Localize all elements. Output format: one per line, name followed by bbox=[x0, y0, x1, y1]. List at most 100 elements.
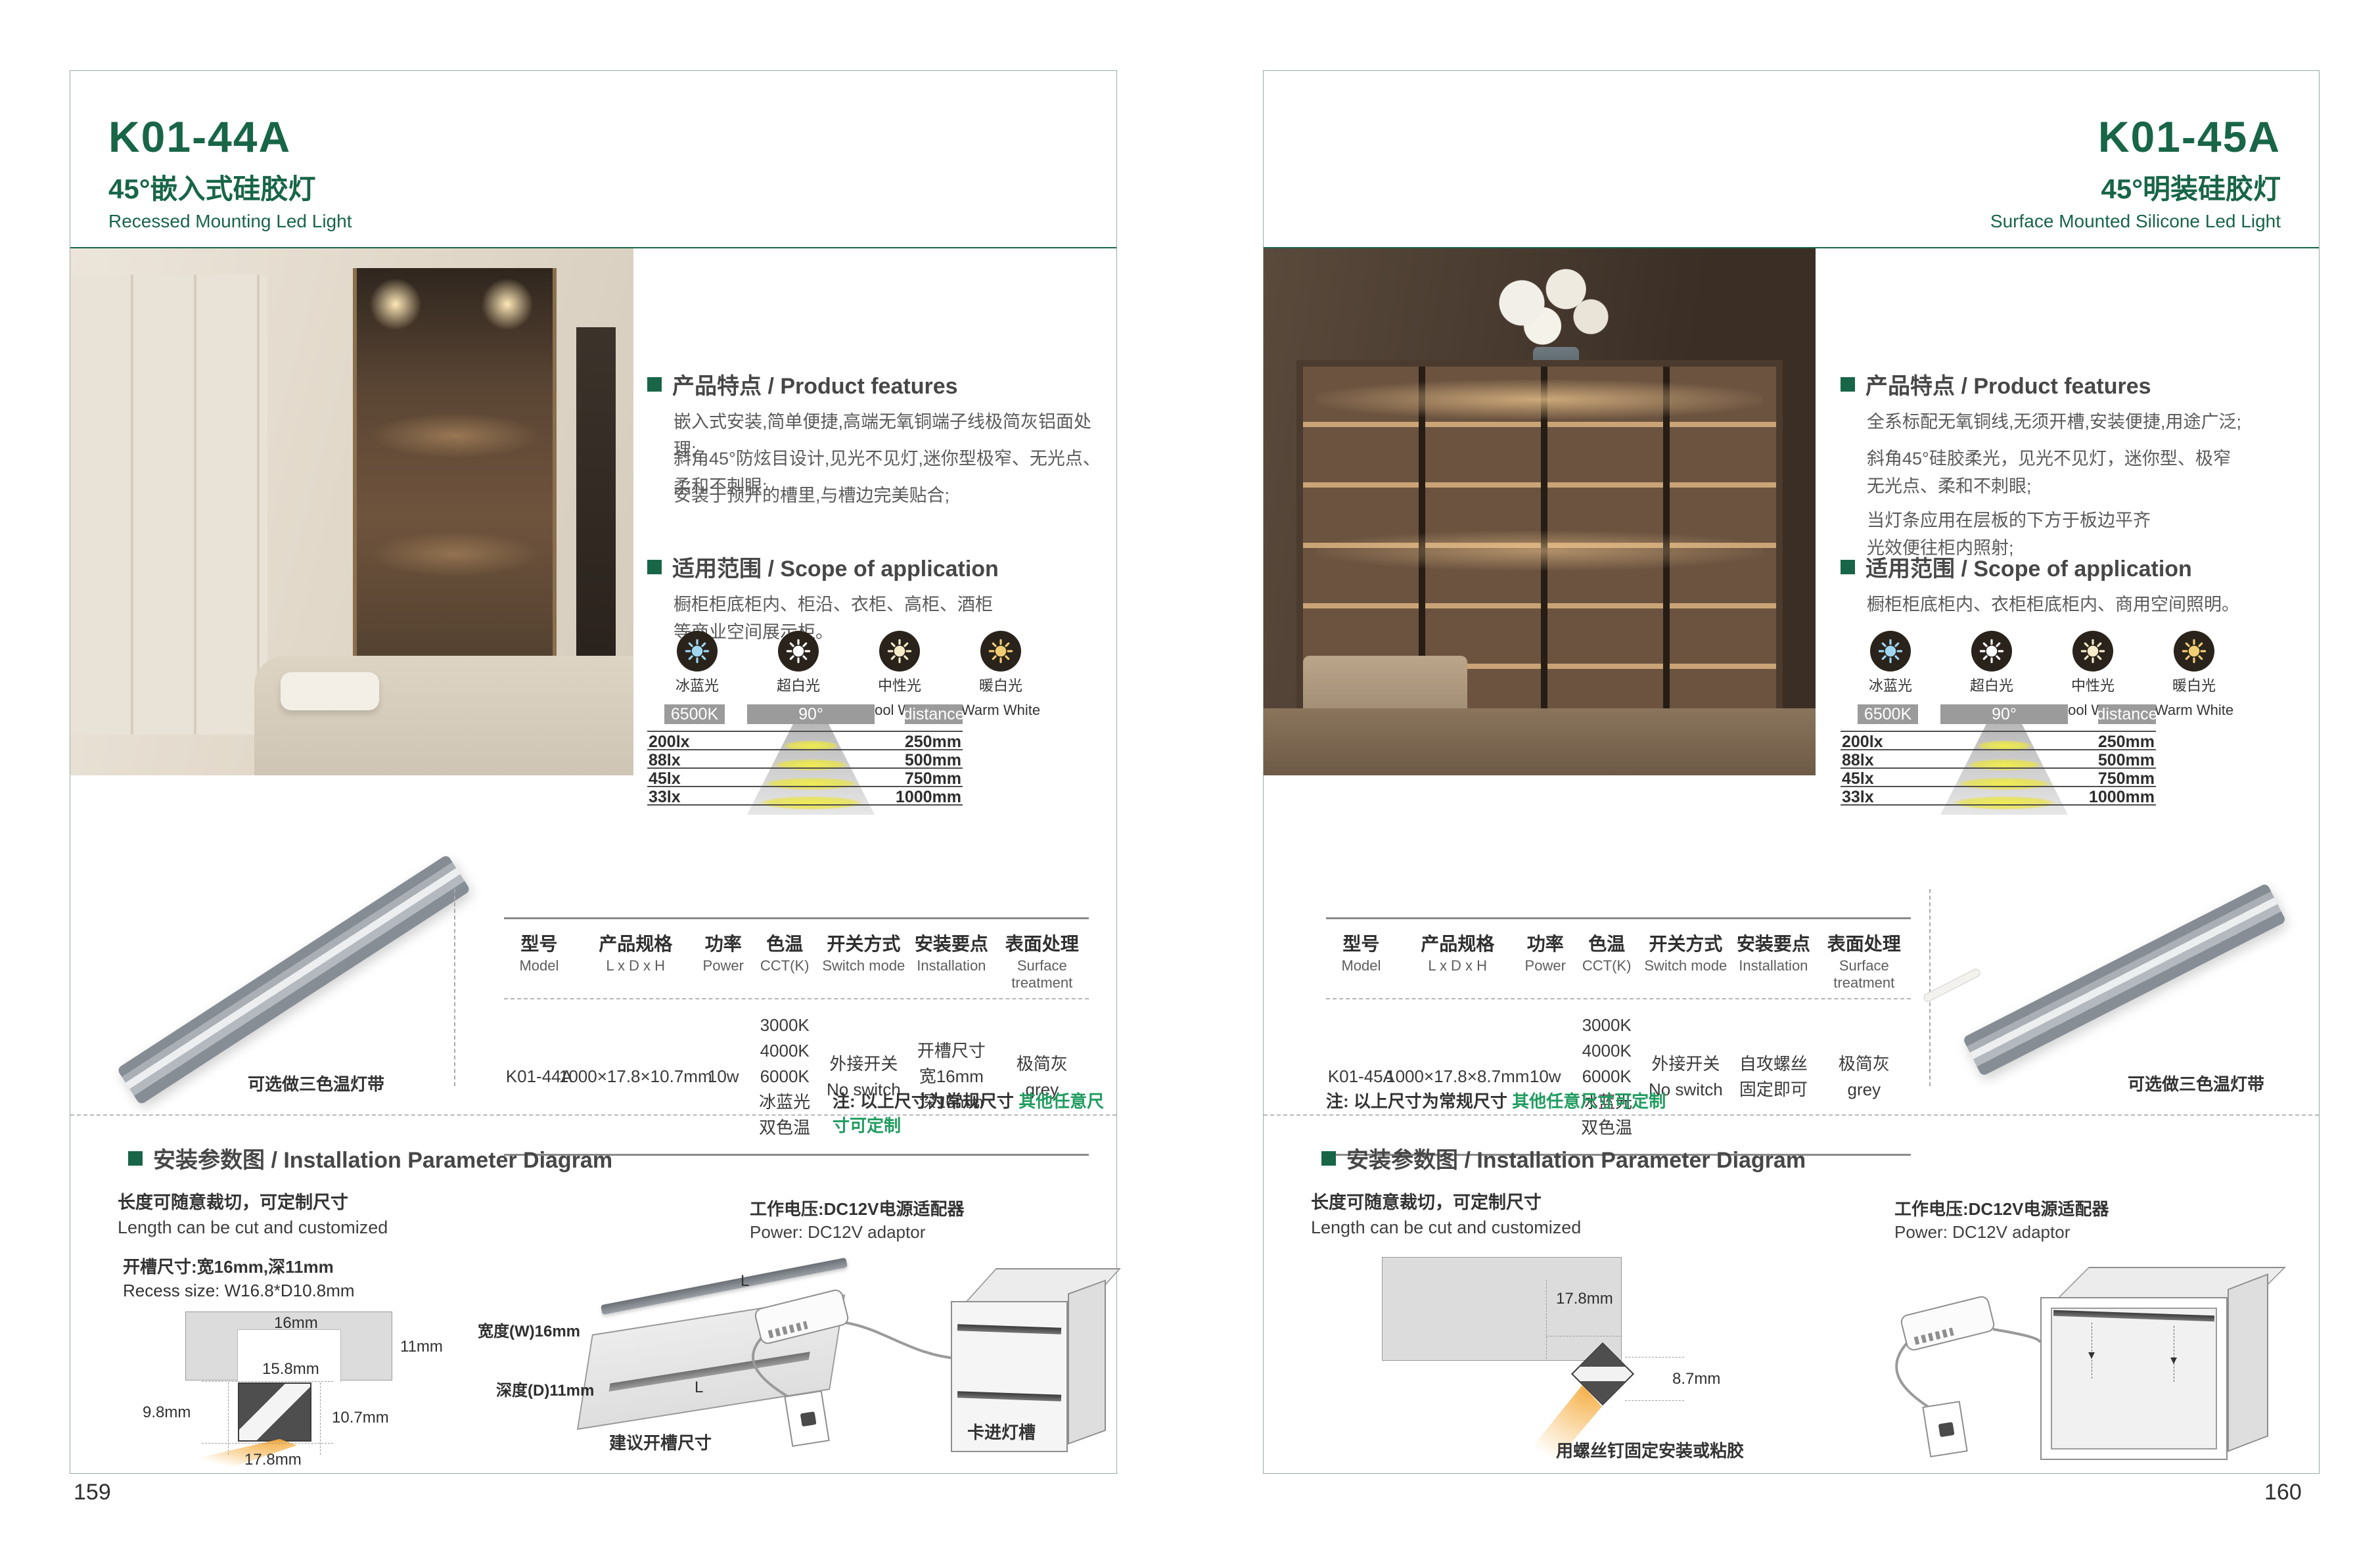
right-beam-distance-chart: 6500K 90° distance 200lx250mm 88lx500mm … bbox=[1841, 704, 2156, 823]
page-right: K01-45A 45°明装硅胶灯 Surface Mounted Silicon… bbox=[1263, 70, 2320, 1474]
left-subtitle-en: Recessed Mounting Led Light bbox=[108, 211, 352, 232]
shelf-height-dim: 8.7mm bbox=[1672, 1370, 1720, 1388]
dim-guide-line bbox=[202, 1381, 333, 1382]
dim-guide-line bbox=[228, 1382, 229, 1455]
spec-header-cct: 色温CCT(K) bbox=[750, 919, 820, 998]
photo-spotlight-glow bbox=[366, 275, 425, 334]
spec-header-power: 功率Power bbox=[697, 919, 750, 998]
cct-label-en: Warm White bbox=[955, 701, 1047, 720]
spec-header-model: 型号Model bbox=[504, 919, 574, 998]
lux-value: 88lx bbox=[1842, 751, 1874, 767]
right-shelf-diagram: 17.8mm 8.7mm 用螺丝钉固定安装或粘胶 bbox=[1349, 1218, 1848, 1477]
spec-header-row: 型号Model 产品规格L x D x H 功率Power 色温CCT(K) 开… bbox=[1326, 917, 1911, 998]
photo-side-column bbox=[576, 327, 616, 656]
cabinet-side-face bbox=[1068, 1279, 1106, 1444]
left-features-heading: 产品特点 / Product features bbox=[647, 368, 958, 400]
spec-header-surface: 表面处理Surface treatment bbox=[1818, 919, 1911, 998]
page-number-left: 159 bbox=[74, 1480, 111, 1505]
bullet-square-icon bbox=[647, 377, 662, 392]
lux-value: 200lx bbox=[649, 733, 690, 749]
left-scope-heading: 适用范围 / Scope of application bbox=[647, 551, 999, 583]
lux-value: 33lx bbox=[649, 788, 681, 804]
cabinet-caption: 卡进灯槽 bbox=[967, 1419, 1036, 1444]
profile-cross-section-graphic bbox=[238, 1382, 311, 1442]
header-en: Surface treatment bbox=[1819, 957, 1910, 992]
sun-icon bbox=[2174, 631, 2214, 672]
dim-top: 16mm bbox=[274, 1314, 318, 1333]
chart-header-6500k: 6500K bbox=[1858, 704, 1918, 724]
distance-value: 500mm bbox=[2098, 751, 2155, 767]
left-length-note: 长度可随意裁切，可定制尺寸 Length can be cut and cust… bbox=[118, 1188, 388, 1238]
dim-guide-line bbox=[1546, 1280, 1547, 1359]
distance-value: 500mm bbox=[905, 751, 961, 767]
header-cn: 开关方式 bbox=[821, 930, 907, 956]
cell-surface: 极简灰 grey bbox=[1818, 999, 1911, 1154]
length-note-cn: 长度可随意裁切，可定制尺寸 bbox=[1311, 1188, 1581, 1214]
photo-shelf-glow bbox=[369, 531, 540, 577]
left-model-title: K01-44A bbox=[108, 112, 352, 162]
bullet-square-icon bbox=[1841, 377, 1855, 392]
chart-header-distance: distance bbox=[2098, 704, 2156, 724]
header-cn: 功率 bbox=[698, 930, 748, 956]
lux-value: 88lx bbox=[649, 751, 681, 767]
spec-header-surface: 表面处理Surface treatment bbox=[995, 919, 1089, 998]
note-prefix: 注: 以上尺寸为常规尺寸 bbox=[833, 1091, 1018, 1111]
header-cn: 产品规格 bbox=[576, 930, 696, 956]
left-scope-heading-label: 适用范围 / Scope of application bbox=[672, 551, 999, 583]
header-cn: 产品规格 bbox=[1398, 930, 1518, 956]
left-subtitle-cn: 45°嵌入式硅胶灯 bbox=[108, 167, 352, 207]
right-spec-table: 型号Model 产品规格L x D x H 功率Power 色温CCT(K) 开… bbox=[1326, 917, 1911, 1156]
left-tricolor-caption: 可选做三色温灯带 bbox=[248, 1071, 384, 1095]
shelf-board-graphic bbox=[1382, 1257, 1622, 1361]
right-profile-photo bbox=[1947, 882, 2302, 1086]
header-en: CCT(K) bbox=[751, 957, 819, 974]
header-en: Model bbox=[1327, 957, 1395, 974]
cct-label-cn: 超白光 bbox=[1946, 677, 2038, 696]
header-en: L x D x H bbox=[576, 957, 696, 974]
header-en: Power bbox=[1521, 957, 1570, 974]
bullet-square-icon bbox=[647, 560, 662, 574]
length-mark: L bbox=[695, 1379, 703, 1397]
bullet-square-icon bbox=[1841, 560, 1855, 574]
right-header: K01-45A 45°明装硅胶灯 Surface Mounted Silicon… bbox=[1990, 112, 2281, 232]
photo-wardrobe-panels bbox=[70, 275, 267, 735]
cell-power: 10w bbox=[1519, 999, 1572, 1154]
photo-shelf-glow bbox=[369, 413, 540, 459]
spec-header-power: 功率Power bbox=[1519, 919, 1572, 998]
header-cn: 型号 bbox=[505, 930, 573, 956]
photo-spotlight-glow bbox=[478, 275, 537, 334]
right-model-title: K01-45A bbox=[1990, 112, 2281, 162]
cct-label-cn: 冰蓝光 bbox=[651, 677, 743, 696]
photo-shelf-glow bbox=[1316, 531, 1763, 570]
spec-header-size: 产品规格L x D x H bbox=[574, 919, 697, 998]
right-product-photo bbox=[1264, 248, 1816, 775]
left-install-heading: 安装参数图 / Installation Parameter Diagram bbox=[128, 1142, 612, 1174]
cabinet-opening bbox=[2051, 1308, 2217, 1449]
right-scope-heading-label: 适用范围 / Scope of application bbox=[1865, 551, 2192, 583]
left-features-heading-label: 产品特点 / Product features bbox=[672, 368, 958, 400]
left-install-heading-label: 安装参数图 / Installation Parameter Diagram bbox=[153, 1142, 612, 1174]
spec-data-row: K01-45A 1000×17.8×8.7mm 10w 3000K 4000K … bbox=[1326, 998, 1911, 1154]
chart-header-6500k: 6500K bbox=[664, 704, 725, 724]
catalog-spread: K01-44A 45°嵌入式硅胶灯 Recessed Mounting Led … bbox=[0, 0, 2380, 1552]
lux-value: 45lx bbox=[1842, 769, 1874, 786]
chart-row: 200lx250mm bbox=[647, 731, 963, 749]
cct-label-cn: 中性光 bbox=[854, 677, 946, 696]
header-cn: 功率 bbox=[1521, 930, 1570, 956]
vertical-dashed-divider bbox=[1929, 889, 1931, 1086]
lux-value: 45lx bbox=[649, 769, 681, 786]
spec-header-size: 产品规格L x D x H bbox=[1396, 919, 1519, 998]
dim-guide-line bbox=[1625, 1357, 1684, 1358]
dim-guide-line bbox=[320, 1382, 321, 1455]
photo-shelf-glow bbox=[1316, 380, 1763, 419]
distance-value: 1000mm bbox=[896, 788, 961, 804]
left-info-column: 产品特点 / Product features 嵌入式安装,简单便捷,高端无氧铜… bbox=[647, 368, 1107, 946]
sun-icon bbox=[879, 631, 920, 672]
header-cn: 表面处理 bbox=[1819, 930, 1910, 956]
cct-label-cn: 超白光 bbox=[752, 677, 844, 696]
spec-header-switch: 开关方式Switch mode bbox=[1642, 919, 1730, 998]
header-en: Power bbox=[698, 957, 748, 974]
cct-label-cn: 冰蓝光 bbox=[1844, 677, 1936, 696]
cct-label-cn: 暖白光 bbox=[955, 677, 1047, 696]
sun-icon bbox=[1870, 631, 1911, 672]
